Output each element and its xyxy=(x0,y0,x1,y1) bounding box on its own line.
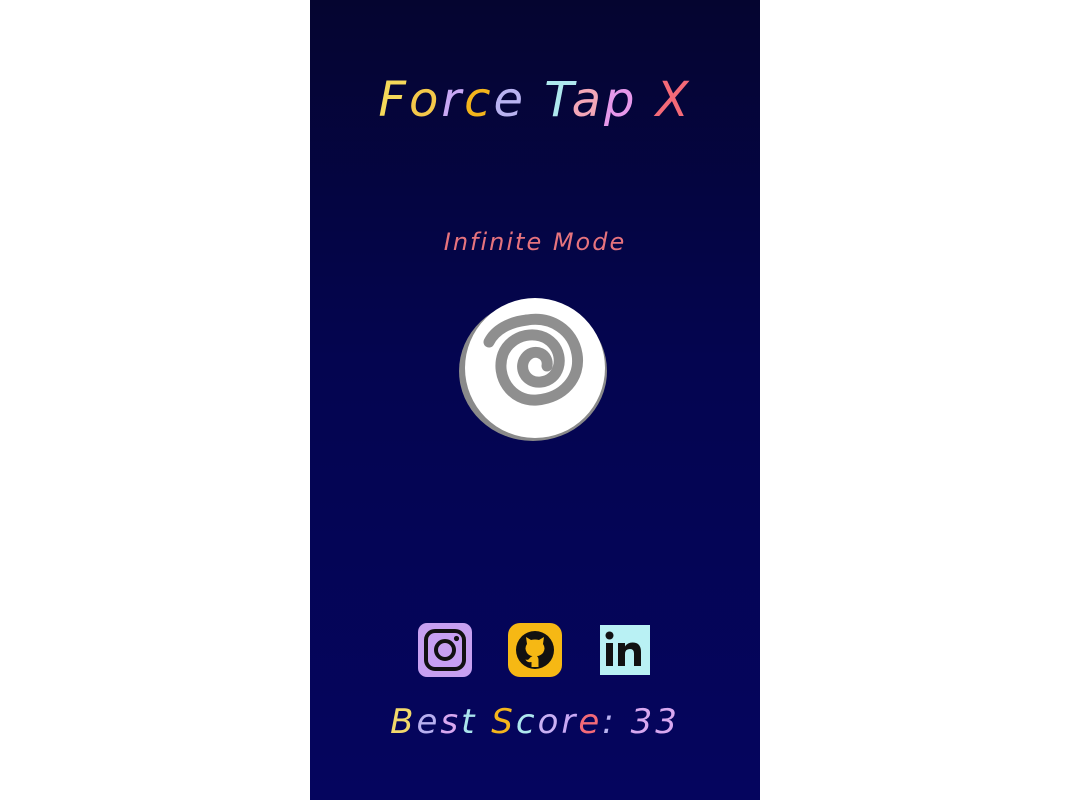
title-letter: r xyxy=(441,72,465,128)
best_score-letter xyxy=(617,702,631,742)
best_score-letter: c xyxy=(515,702,538,742)
title-letter: F xyxy=(378,72,409,128)
best_score-letter: e xyxy=(416,702,441,742)
best-score: Best Score: 33 xyxy=(310,702,760,742)
title-letter: X xyxy=(655,72,692,128)
social-links xyxy=(310,622,760,678)
title-letter xyxy=(526,72,544,128)
best_score-letter: 3 xyxy=(630,702,656,742)
title-letter xyxy=(637,72,655,128)
best_score-letter: r xyxy=(561,702,579,742)
title-letter: T xyxy=(544,72,572,128)
best_score-letter: S xyxy=(491,702,516,742)
github-link[interactable] xyxy=(507,622,563,678)
linkedin-icon xyxy=(600,625,650,675)
best_score-letter: 3 xyxy=(655,702,680,742)
title-letter: o xyxy=(408,72,442,128)
game-screen: Force Tap X Infinite Mode Best Score: 33 xyxy=(310,0,760,800)
title-letter: a xyxy=(571,72,604,128)
instagram-icon xyxy=(418,623,472,677)
spiral-icon xyxy=(459,298,607,441)
github-icon xyxy=(508,623,562,677)
title-letter: e xyxy=(493,72,527,128)
title-letter: c xyxy=(464,72,494,128)
instagram-link[interactable] xyxy=(417,622,473,678)
best_score-letter: o xyxy=(537,702,562,742)
best_score-letter: B xyxy=(390,702,417,742)
mode-label[interactable]: Infinite Mode xyxy=(310,228,760,256)
title-letter: p xyxy=(603,72,638,128)
best_score-letter: e xyxy=(578,702,603,742)
best_score-letter: : xyxy=(602,702,617,742)
best_score-letter: t xyxy=(461,702,478,742)
linkedin-link[interactable] xyxy=(597,622,653,678)
best_score-letter: s xyxy=(440,702,462,742)
tap-button[interactable] xyxy=(459,296,609,442)
best_score-letter xyxy=(477,702,491,742)
game-title: Force Tap X xyxy=(310,72,760,128)
